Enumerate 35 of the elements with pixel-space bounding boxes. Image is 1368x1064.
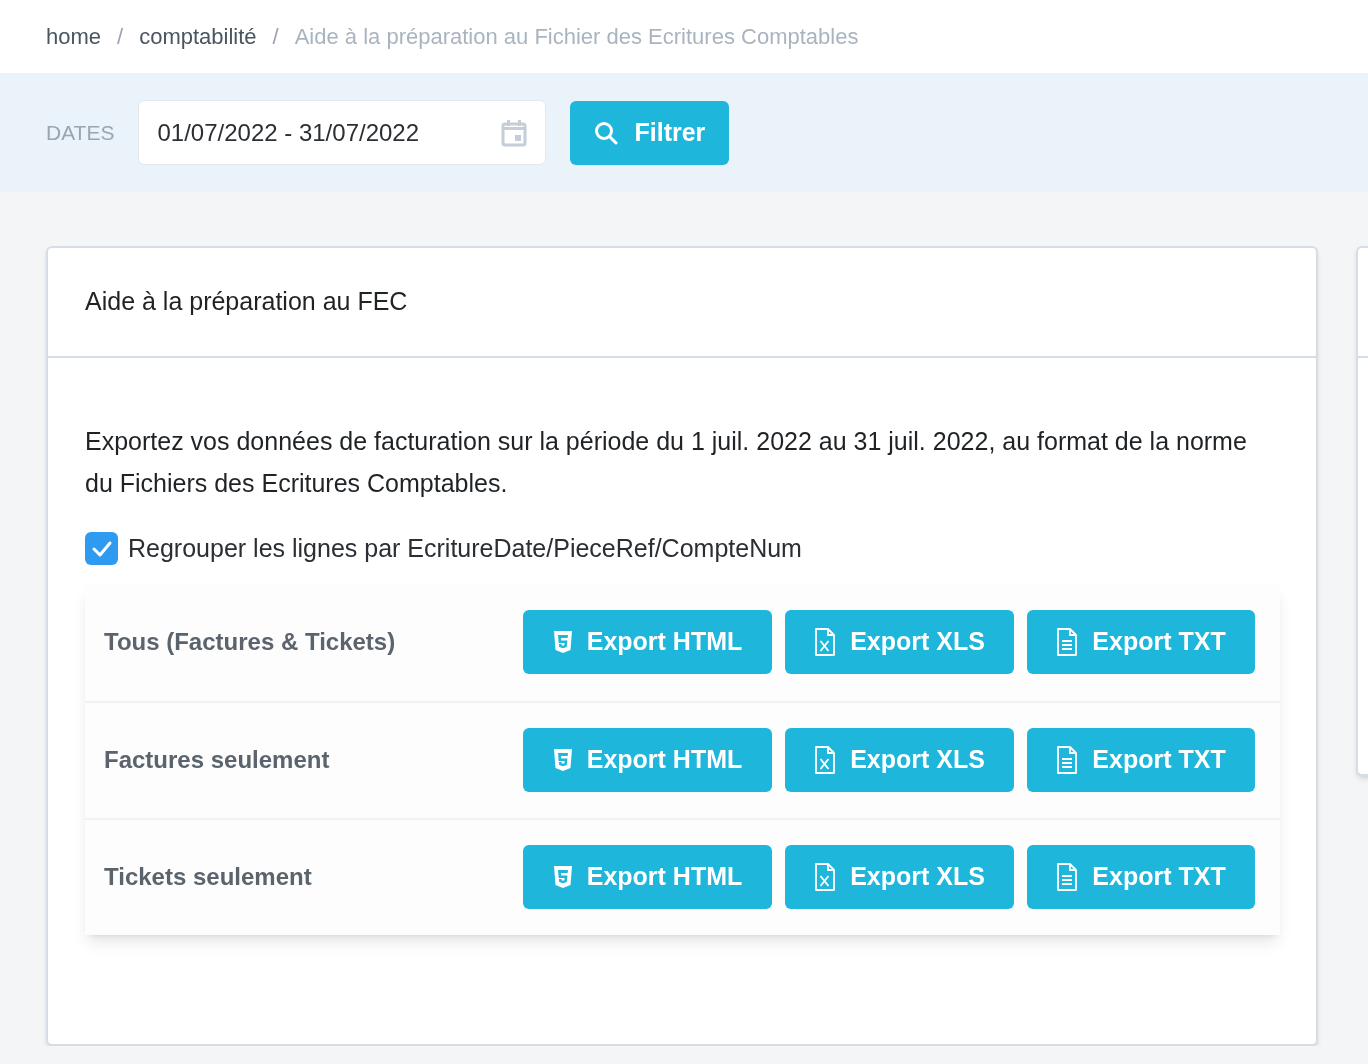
search-icon — [594, 120, 619, 145]
text-file-icon — [1056, 746, 1079, 774]
spreadsheet-file-icon — [814, 746, 837, 774]
html5-icon — [552, 630, 573, 654]
row-label: Tous (Factures & Tickets) — [104, 627, 397, 657]
filter-label: DATES — [46, 119, 115, 146]
export-button[interactable]: Export HTML — [523, 728, 772, 792]
breadcrumb-current[interactable]: Aide à la préparation au Fichier des Ecritures Comptables — [294, 20, 859, 53]
html5-icon — [552, 748, 573, 772]
row-label: Tickets seulement — [104, 862, 313, 892]
calendar-icon — [501, 118, 528, 147]
description-text: Exportez vos données de facturation sur la période du 1 juil. 2022 au 31 juil. 2022, au format de la norme du Fichiers des Ecritures Comptables. — [85, 426, 1248, 499]
card-title: Aide à la préparation au FEC — [85, 286, 408, 318]
export-button[interactable]: Export HTML — [523, 845, 772, 909]
breadcrumb-link[interactable]: comptabilité — [139, 20, 257, 53]
spreadsheet-file-icon — [814, 863, 837, 891]
export-button[interactable]: Export XLS — [785, 845, 1014, 909]
date-range-field[interactable]: 01/07/2022 - 31/07/2022 — [138, 100, 547, 165]
html5-icon — [552, 865, 573, 889]
export-button[interactable]: Export XLS — [785, 610, 1014, 674]
breadcrumb-separator: / — [117, 23, 124, 51]
row-label: Factures seulement — [104, 745, 331, 775]
export-button[interactable]: Export TXT — [1027, 728, 1255, 792]
breadcrumb-separator: / — [272, 23, 279, 51]
group-lines-checkbox[interactable] — [85, 532, 118, 566]
spreadsheet-file-icon — [814, 628, 837, 656]
checkbox-label: Regrouper les lignes par EcritureDate/PieceRef/CompteNum — [128, 533, 802, 564]
text-file-icon — [1056, 863, 1079, 891]
breadcrumb-link[interactable]: home — [46, 20, 102, 53]
export-button[interactable]: Export HTML — [523, 610, 772, 674]
export-button[interactable]: Export TXT — [1027, 610, 1255, 674]
filter-button[interactable]: Filtrer — [570, 100, 730, 165]
text-file-icon — [1056, 628, 1079, 656]
export-button[interactable]: Export TXT — [1027, 845, 1255, 909]
export-button[interactable]: Export XLS — [785, 728, 1014, 792]
